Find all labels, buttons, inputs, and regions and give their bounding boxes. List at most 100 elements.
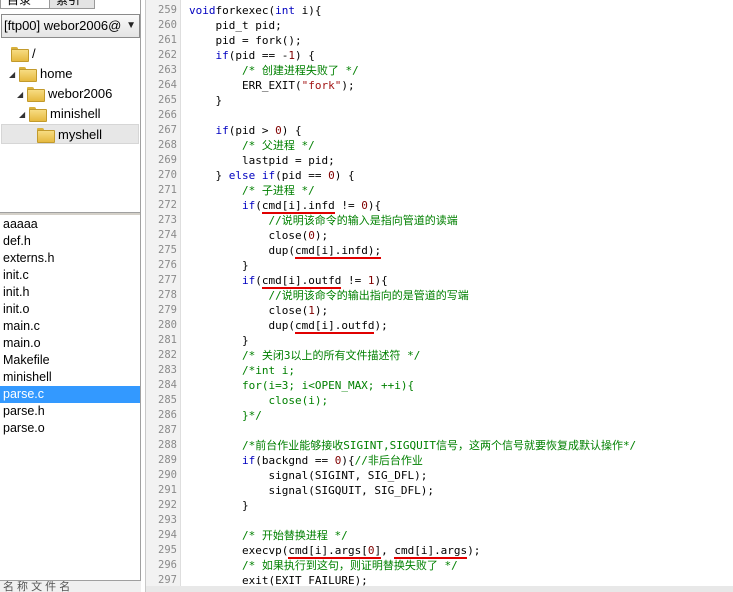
line-number: 276	[158, 259, 177, 271]
line-number: 274	[158, 229, 177, 241]
code-token: );	[374, 319, 388, 332]
code-token: 1	[308, 304, 315, 317]
code-text: /* 创建进程失败了 */	[189, 63, 359, 78]
tree-node-label: myshell	[58, 127, 103, 142]
file-item[interactable]: init.o	[0, 301, 140, 318]
code-token: /* 如果执行到这句，则证明替换失败了 */	[189, 559, 458, 572]
line-number: 259	[158, 4, 177, 16]
code-token: //非后台作业	[354, 454, 423, 467]
file-item[interactable]: minishell	[0, 369, 140, 386]
expand-arrow-icon[interactable]: ◢	[19, 105, 29, 125]
tree-node-webor2006[interactable]: ◢ webor2006	[17, 84, 112, 104]
line-number: 290	[158, 469, 177, 481]
line-number: 286	[158, 409, 177, 421]
code-token: else if	[228, 169, 276, 182]
code-token: 0	[308, 229, 315, 242]
tree-node-home[interactable]: ◢ home	[9, 64, 73, 84]
code-line: 268 /* 父进程 */	[146, 138, 733, 153]
code-token: );	[314, 304, 329, 317]
code-editor[interactable]: 259 voidforkexec(int i){260 pid_t pid; 261…	[145, 0, 733, 592]
code-line: 285 close(i);	[146, 393, 733, 408]
file-item[interactable]: aaaaa	[0, 216, 140, 233]
ftp-account-select[interactable]: [ftp00] webor2006@ ▼	[1, 14, 140, 38]
code-token: /* 子进程 */	[189, 184, 315, 197]
panel-tabs: 目录 索引	[0, 0, 141, 10]
code-text: if(pid > 0) {	[189, 123, 301, 138]
code-line: 259 voidforkexec(int i){	[146, 3, 733, 18]
code-token: ) {	[334, 169, 355, 182]
code-token: !=	[341, 274, 368, 287]
code-text: /*int i;	[189, 363, 295, 378]
code-token: (pid >	[228, 124, 276, 137]
line-number: 295	[158, 544, 177, 556]
code-line: 288 /*前台作业能够接收SIGINT,SIGQUIT信号，这两个信号就要恢复…	[146, 438, 733, 453]
line-number: 296	[158, 559, 177, 571]
panel-splitter[interactable]	[0, 212, 140, 215]
tab-index[interactable]: 索引	[49, 0, 95, 9]
code-line: 296 /* 如果执行到这句，则证明替换失败了 */	[146, 558, 733, 573]
chevron-down-icon[interactable]: ▼	[126, 15, 136, 37]
code-text: close(1);	[189, 303, 328, 318]
file-item[interactable]: parse.h	[0, 403, 140, 420]
expand-arrow-icon[interactable]: ◢	[9, 65, 19, 85]
code-token: }	[189, 169, 229, 182]
code-token: dup(	[189, 244, 295, 257]
code-text: /* 如果执行到这句，则证明替换失败了 */	[189, 558, 458, 573]
code-token: (	[255, 199, 262, 212]
tree-node-label: /	[32, 46, 36, 61]
file-item[interactable]: main.c	[0, 318, 140, 335]
code-text: } else if(pid == 0) {	[189, 168, 355, 183]
code-text: /*前台作业能够接收SIGINT,SIGQUIT信号，这两个信号就要恢复成默认操…	[189, 438, 636, 453]
file-item[interactable]: parse.c	[0, 386, 140, 403]
code-text: }	[189, 258, 249, 273]
file-item[interactable]: init.h	[0, 284, 140, 301]
code-token: close(i);	[189, 394, 329, 407]
tree-node-myshell[interactable]: myshell	[1, 124, 139, 144]
expand-arrow-icon[interactable]: ◢	[17, 85, 27, 105]
file-item[interactable]: init.c	[0, 267, 140, 284]
line-number: 262	[158, 49, 177, 61]
code-text: voidforkexec(int i){	[189, 3, 321, 18]
code-line: 293	[146, 513, 733, 528]
code-token: (backgnd ==	[255, 454, 335, 467]
code-line: 262 if(pid == -1) {	[146, 48, 733, 63]
file-item[interactable]: def.h	[0, 233, 140, 250]
code-text: }*/	[189, 408, 262, 423]
file-list: aaaaa def.h externs.h init.c init.h init.o mai…	[0, 216, 140, 576]
file-item[interactable]: externs.h	[0, 250, 140, 267]
code-text: close(i);	[189, 393, 328, 408]
code-line: 277 if(cmd[i].outfd != 1){	[146, 273, 733, 289]
line-number: 284	[158, 379, 177, 391]
code-token: for(i=3; i<OPEN_MAX; ++i){	[189, 379, 415, 392]
code-token: ){	[367, 199, 382, 212]
code-line: 263 /* 创建进程失败了 */	[146, 63, 733, 78]
line-number: 275	[158, 244, 177, 256]
line-number: 265	[158, 94, 177, 106]
code-token: (	[255, 274, 262, 287]
ftp-account-value: [ftp00] webor2006@	[4, 18, 122, 33]
code-text: }	[189, 93, 222, 108]
tree-node-root[interactable]: /	[11, 44, 36, 64]
code-token: ,	[381, 544, 395, 557]
tree-node-minishell[interactable]: ◢ minishell	[19, 104, 101, 124]
code-text: //说明该命令的输入是指向管道的读端	[189, 213, 457, 228]
code-text: //说明该命令的输出指向的是管道的写端	[189, 288, 468, 303]
code-text: /* 子进程 */	[189, 183, 315, 198]
code-token: execvp(	[189, 544, 289, 557]
file-item[interactable]: parse.o	[0, 420, 140, 437]
code-text: dup(cmd[i].outfd);	[189, 318, 388, 334]
code-token: }	[189, 94, 223, 107]
file-item[interactable]: Makefile	[0, 352, 140, 369]
code-text: /* 父进程 */	[189, 138, 315, 153]
code-line: 290 signal(SIGINT, SIG_DFL);	[146, 468, 733, 483]
code-text: if(backgnd == 0){//非后台作业	[189, 453, 423, 468]
horizontal-scrollbar[interactable]	[146, 586, 733, 592]
code-token: }	[189, 499, 249, 512]
code-token: );	[314, 229, 329, 242]
code-text: if(cmd[i].infd != 0){	[189, 198, 382, 214]
tab-directory[interactable]: 目录	[0, 0, 50, 9]
code-line: 272 if(cmd[i].infd != 0){	[146, 198, 733, 214]
code-line: 292 }	[146, 498, 733, 513]
line-number: 261	[158, 34, 177, 46]
file-item[interactable]: main.o	[0, 335, 140, 352]
